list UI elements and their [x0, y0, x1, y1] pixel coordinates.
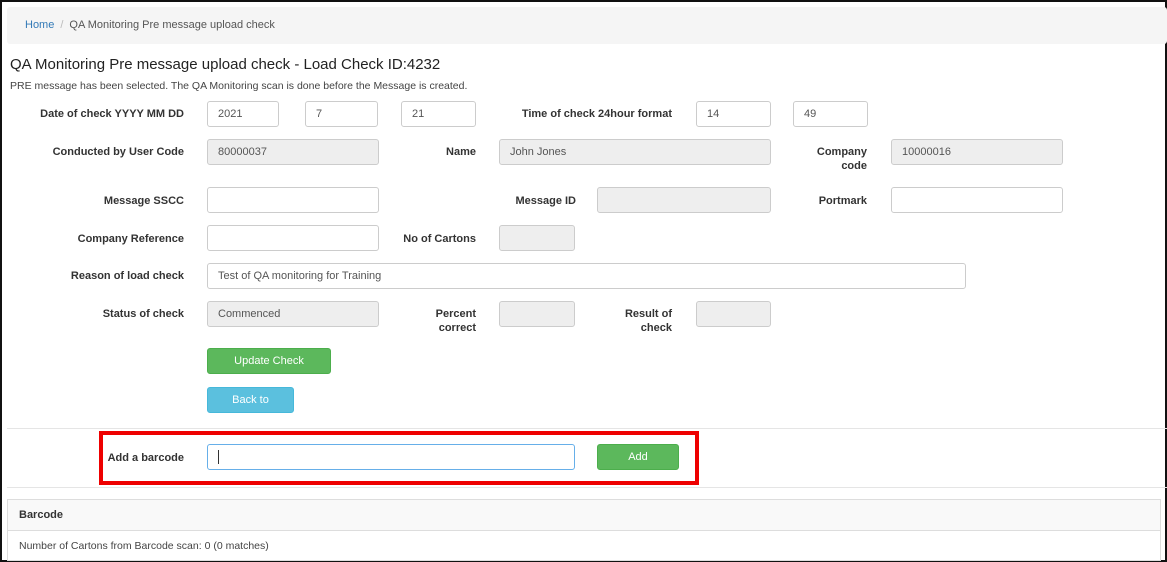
reason-input[interactable] — [207, 263, 966, 289]
sscc-input[interactable] — [207, 187, 379, 213]
result-field — [696, 301, 771, 327]
breadcrumb-home-link[interactable]: Home — [25, 19, 54, 31]
breadcrumb-current: QA Monitoring Pre message upload check — [69, 19, 275, 31]
date-label: Date of check YYYY MM DD — [40, 108, 184, 120]
portmark-input[interactable] — [891, 187, 1063, 213]
percent-label-line2: correct — [438, 322, 476, 334]
company-code-label-line2: code — [841, 160, 867, 172]
percent-label-line1: Percent — [435, 308, 476, 320]
highlight-box — [99, 431, 699, 485]
company-code-label: Company code — [780, 145, 867, 173]
percent-label: Percent correct — [400, 307, 476, 335]
date-day-input[interactable] — [401, 101, 476, 127]
status-label: Status of check — [102, 308, 184, 320]
sscc-label: Message SSCC — [103, 195, 184, 207]
company-code-field — [891, 139, 1063, 165]
name-label: Name — [446, 146, 476, 158]
result-label: Result of check — [590, 307, 672, 335]
cartons-label: No of Cartons — [403, 233, 476, 245]
company-reference-label: Company Reference — [77, 233, 184, 245]
barcode-table: Barcode Number of Cartons from Barcode s… — [7, 499, 1161, 561]
status-field — [207, 301, 379, 327]
page-title: QA Monitoring Pre message upload check -… — [10, 56, 441, 73]
result-label-line1: Result of — [624, 308, 672, 320]
update-check-details-button[interactable]: Update Check Details — [207, 348, 331, 391]
barcode-table-header: Barcode — [8, 500, 1160, 531]
date-month-input[interactable] — [305, 101, 378, 127]
user-code-label: Conducted by User Code — [52, 146, 184, 158]
result-label-line2: check — [640, 322, 672, 334]
portmark-label: Portmark — [818, 195, 867, 207]
time-hour-input[interactable] — [696, 101, 771, 127]
percent-field — [499, 301, 575, 327]
reason-label: Reason of load check — [70, 270, 184, 282]
company-code-label-line1: Company — [816, 146, 867, 158]
user-code-field — [207, 139, 379, 165]
divider-bottom — [7, 487, 1167, 488]
page-subtitle: PRE message has been selected. The QA Mo… — [10, 80, 468, 92]
breadcrumb-separator: / — [60, 19, 64, 31]
time-minute-input[interactable] — [793, 101, 868, 127]
time-label: Time of check 24hour format — [521, 108, 672, 120]
back-to-home-button[interactable]: Back to Home — [207, 387, 294, 430]
divider-top — [7, 428, 1167, 429]
date-year-input[interactable] — [207, 101, 279, 127]
message-id-field — [597, 187, 771, 213]
name-field — [499, 139, 771, 165]
cartons-field — [499, 225, 575, 251]
breadcrumb: Home / QA Monitoring Pre message upload ch… — [7, 7, 1167, 44]
company-reference-input[interactable] — [207, 225, 379, 251]
barcode-summary-row: Number of Cartons from Barcode scan: 0 (… — [19, 540, 269, 552]
message-id-label: Message ID — [515, 195, 576, 207]
